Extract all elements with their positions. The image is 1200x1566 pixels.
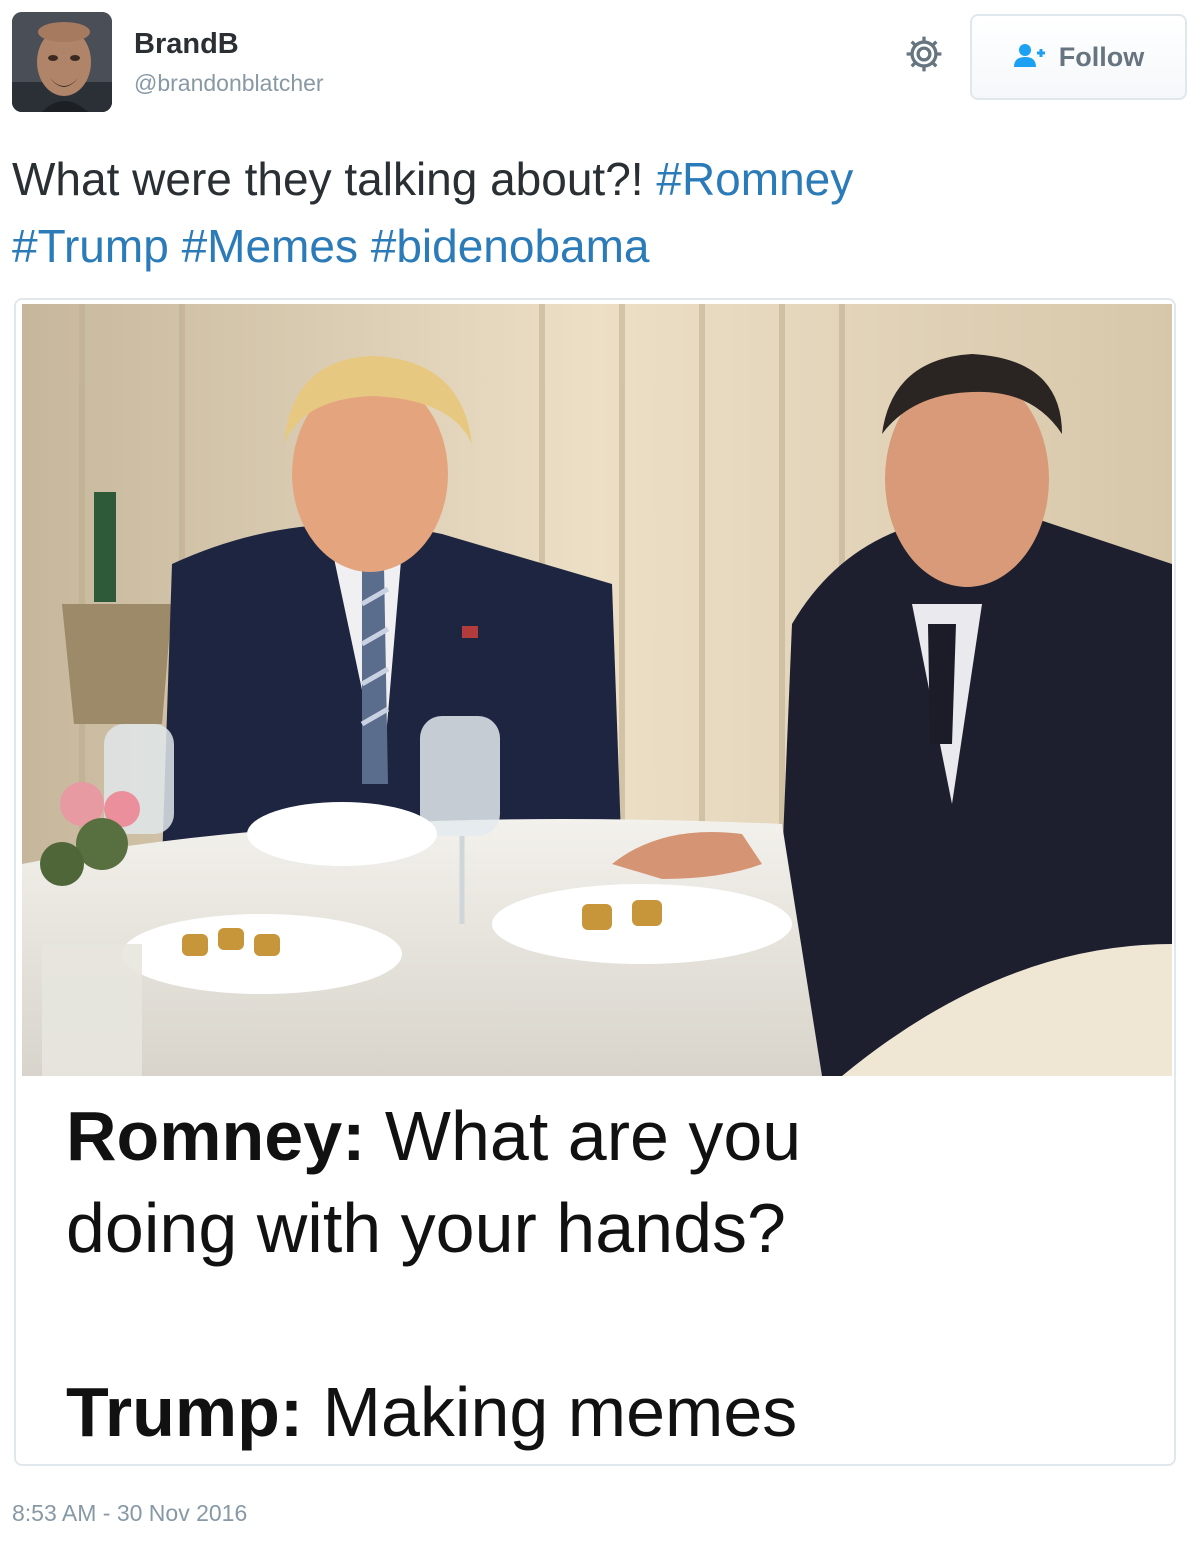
tweet-body: What were they talking about?! [12,153,657,205]
hashtag-trump[interactable]: #Trump [12,220,169,272]
tweet-card: BrandB @brandonblatcher Follow What were… [0,0,1200,1566]
meme-caption: Romney: What are you doing with your han… [66,1090,1166,1458]
hashtag-romney[interactable]: #Romney [656,153,853,205]
caption-speaker-romney: Romney: [66,1097,366,1175]
hashtag-memes[interactable]: #Memes [182,220,358,272]
avatar-photo-icon [12,12,112,112]
tweet-text: What were they talking about?! #Romney #… [12,146,1172,280]
add-user-icon [1013,42,1047,73]
hashtag-bidenobama[interactable]: #bidenobama [371,220,650,272]
caption-romney-text-1: What are you [365,1097,802,1175]
follow-button[interactable]: Follow [970,14,1187,100]
caption-trump-text: Making memes [303,1373,798,1451]
author-names: BrandB @brandonblatcher [134,26,324,98]
caption-line-3: Trump: Making memes [66,1366,1166,1458]
caption-line-1: Romney: What are you [66,1090,1166,1182]
gear-icon[interactable] [902,32,946,76]
author-handle[interactable]: @brandonblatcher [134,68,324,98]
dinner-photo [22,304,1172,1076]
author-display-name[interactable]: BrandB [134,26,324,62]
caption-speaker-trump: Trump: [66,1373,304,1451]
tweet-header: BrandB @brandonblatcher Follow [12,12,1188,112]
caption-line-2: doing with your hands? [66,1189,786,1267]
follow-label: Follow [1058,41,1145,72]
tweet-timestamp[interactable]: 8:53 AM - 30 Nov 2016 [12,1500,247,1527]
media-card[interactable]: Romney: What are you doing with your han… [14,298,1176,1466]
user-avatar[interactable] [12,12,112,112]
